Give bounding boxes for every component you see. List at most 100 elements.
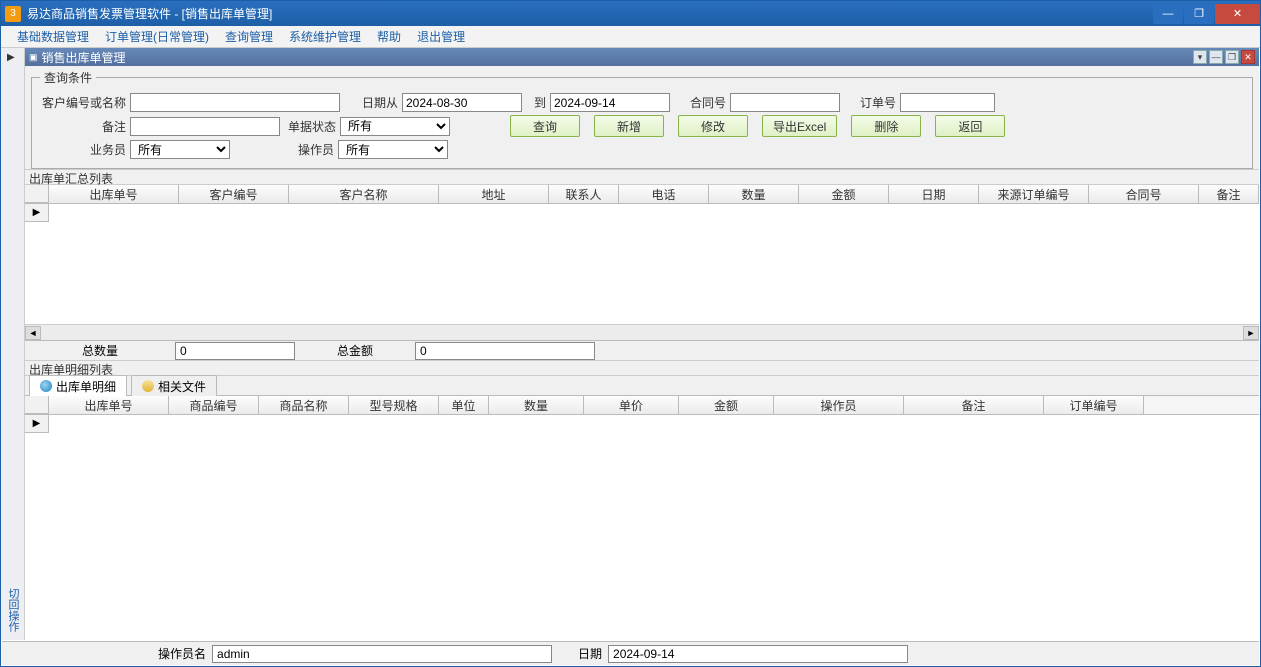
edit-button[interactable]: 修改	[678, 115, 748, 137]
tab-files[interactable]: 相关文件	[131, 375, 217, 397]
tab-detail[interactable]: 出库单明细	[29, 375, 127, 397]
col-customer-no[interactable]: 客户编号	[179, 185, 289, 203]
maximize-button[interactable]: ❐	[1184, 4, 1214, 24]
menu-system[interactable]: 系统维护管理	[281, 26, 369, 47]
doc-status-select[interactable]: 所有	[340, 117, 450, 136]
app-icon: 3	[5, 6, 21, 22]
summary-grid-body[interactable]: ▶	[25, 204, 1259, 324]
col-date[interactable]: 日期	[889, 185, 979, 203]
dcol-operator[interactable]: 操作员	[774, 396, 904, 414]
sidebar-gutter: ▶ 切回操作	[1, 48, 25, 640]
delete-button[interactable]: 删除	[851, 115, 921, 137]
tab-detail-label: 出库单明细	[56, 378, 116, 395]
total-amt-label: 总金额	[337, 342, 373, 359]
summary-grid: 出库单号 客户编号 客户名称 地址 联系人 电话 数量 金额 日期 来源订单编号…	[25, 185, 1259, 340]
col-outbound-no[interactable]: 出库单号	[49, 185, 179, 203]
salesman-label: 业务员	[40, 141, 130, 158]
subwindow-min-button[interactable]: ▾	[1193, 50, 1207, 64]
status-operator-value	[212, 645, 552, 663]
subwindow-max-button[interactable]: ❐	[1225, 50, 1239, 64]
gutter-arrow-icon[interactable]: ▶	[7, 52, 15, 63]
statusbar: 操作员名 日期	[2, 641, 1259, 665]
dcol-amount[interactable]: 金额	[679, 396, 774, 414]
col-customer-name[interactable]: 客户名称	[289, 185, 439, 203]
detail-tabs: 出库单明细 相关文件	[25, 376, 1259, 396]
salesman-select[interactable]: 所有	[130, 140, 230, 159]
order-label: 订单号	[852, 94, 900, 111]
dcol-spec[interactable]: 型号规格	[349, 396, 439, 414]
totals-row: 总数量 总金额	[25, 340, 1259, 360]
customer-input[interactable]	[130, 93, 340, 112]
subwindow-mark-icon: ▣	[29, 52, 38, 63]
content-area: ▶ 切回操作 ▣ 销售出库单管理 ▾ — ❐ ✕ 查询条件 客户编号或名称 日期…	[1, 48, 1259, 640]
detail-grid-header: 出库单号 商品编号 商品名称 型号规格 单位 数量 单价 金额 操作员 备注 订…	[25, 396, 1259, 415]
col-src-order[interactable]: 来源订单编号	[979, 185, 1089, 203]
col-contract[interactable]: 合同号	[1089, 185, 1199, 203]
status-date-value	[608, 645, 908, 663]
remark-label: 备注	[40, 118, 130, 135]
dcol-outbound-no[interactable]: 出库单号	[49, 396, 169, 414]
titlebar: 3 易达商品销售发票管理软件 - [销售出库单管理] — ❐ ✕	[1, 1, 1260, 26]
total-amt-value	[415, 342, 595, 360]
dcol-unit[interactable]: 单位	[439, 396, 489, 414]
dcol-order-no[interactable]: 订单编号	[1044, 396, 1144, 414]
date-from-input[interactable]	[402, 93, 522, 112]
date-to-label: 到	[532, 94, 550, 111]
doc-status-label: 单据状态	[280, 118, 340, 135]
contract-label: 合同号	[682, 94, 730, 111]
remark-input[interactable]	[130, 117, 280, 136]
subwindow-min2-button[interactable]: —	[1209, 50, 1223, 64]
document-icon	[142, 380, 154, 392]
col-qty[interactable]: 数量	[709, 185, 799, 203]
window-title: 易达商品销售发票管理软件 - [销售出库单管理]	[27, 5, 1152, 22]
customer-label: 客户编号或名称	[40, 94, 130, 111]
detail-grid-body[interactable]: ▶	[25, 415, 1259, 640]
col-phone[interactable]: 电话	[619, 185, 709, 203]
gutter-switch-label[interactable]: 切回操作	[5, 588, 21, 632]
col-address[interactable]: 地址	[439, 185, 549, 203]
back-button[interactable]: 返回	[935, 115, 1005, 137]
current-row-marker[interactable]: ▶	[25, 204, 49, 222]
menubar: 基础数据管理 订单管理(日常管理) 查询管理 系统维护管理 帮助 退出管理	[1, 26, 1260, 48]
contract-input[interactable]	[730, 93, 840, 112]
main-window: 3 易达商品销售发票管理软件 - [销售出库单管理] — ❐ ✕ 基础数据管理 …	[0, 0, 1261, 667]
status-date-label: 日期	[572, 645, 608, 662]
subwindow-title: 销售出库单管理	[42, 49, 126, 66]
query-legend: 查询条件	[40, 69, 96, 86]
summary-grid-header: 出库单号 客户编号 客户名称 地址 联系人 电话 数量 金额 日期 来源订单编号…	[25, 185, 1259, 204]
order-input[interactable]	[900, 93, 995, 112]
export-button[interactable]: 导出Excel	[762, 115, 837, 137]
col-contact[interactable]: 联系人	[549, 185, 619, 203]
dcol-remark[interactable]: 备注	[904, 396, 1044, 414]
dcol-product-name[interactable]: 商品名称	[259, 396, 349, 414]
minimize-button[interactable]: —	[1153, 4, 1183, 24]
menu-exit[interactable]: 退出管理	[409, 26, 473, 47]
dcol-price[interactable]: 单价	[584, 396, 679, 414]
subwindow-close-button[interactable]: ✕	[1241, 50, 1255, 64]
summary-section-bar: 出库单汇总列表	[25, 169, 1259, 185]
query-fieldset: 查询条件 客户编号或名称 日期从 到 合同号 订单号	[31, 69, 1253, 169]
detail-row-selector-header	[25, 396, 49, 414]
dcol-product-no[interactable]: 商品编号	[169, 396, 259, 414]
menu-help[interactable]: 帮助	[369, 26, 409, 47]
globe-icon	[40, 380, 52, 392]
detail-current-row-marker[interactable]: ▶	[25, 415, 49, 433]
col-remark[interactable]: 备注	[1199, 185, 1259, 203]
summary-grid-scrollbar[interactable]: ◄ ►	[25, 324, 1259, 340]
total-qty-label: 总数量	[82, 342, 118, 359]
status-operator-label: 操作员名	[152, 645, 212, 662]
col-amount[interactable]: 金额	[799, 185, 889, 203]
search-button[interactable]: 查询	[510, 115, 580, 137]
date-to-input[interactable]	[550, 93, 670, 112]
close-button[interactable]: ✕	[1215, 4, 1260, 24]
new-button[interactable]: 新增	[594, 115, 664, 137]
scroll-left-icon[interactable]: ◄	[25, 326, 41, 340]
menu-query[interactable]: 查询管理	[217, 26, 281, 47]
operator-select[interactable]: 所有	[338, 140, 448, 159]
date-from-label: 日期从	[354, 94, 402, 111]
menu-order[interactable]: 订单管理(日常管理)	[97, 26, 217, 47]
menu-basic-data[interactable]: 基础数据管理	[9, 26, 97, 47]
dcol-qty[interactable]: 数量	[489, 396, 584, 414]
operator-label: 操作员	[282, 141, 338, 158]
scroll-right-icon[interactable]: ►	[1243, 326, 1259, 340]
